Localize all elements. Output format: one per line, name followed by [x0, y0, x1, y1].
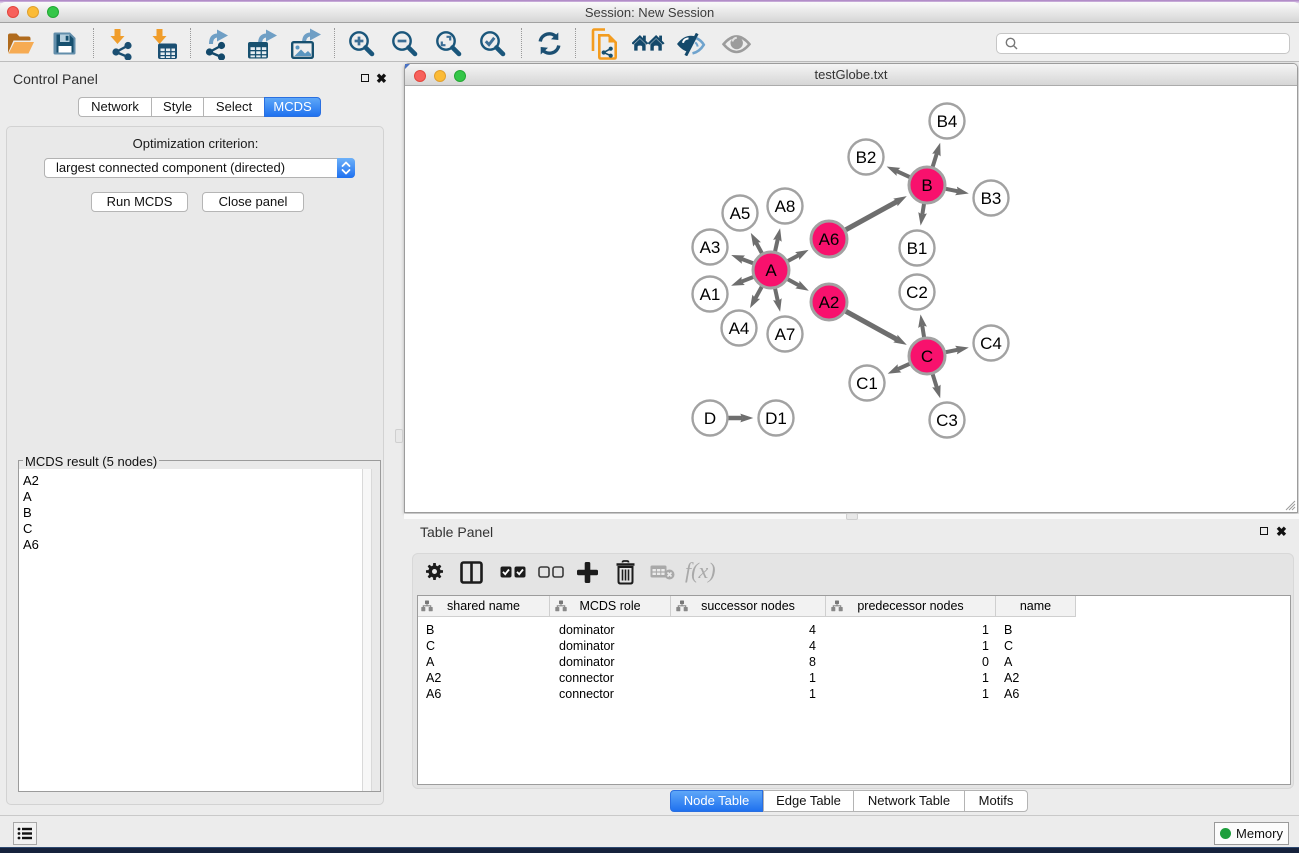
svg-text:C: C: [921, 347, 933, 366]
svg-text:A1: A1: [700, 285, 721, 304]
svg-text:A7: A7: [775, 325, 796, 344]
svg-text:B4: B4: [937, 112, 958, 131]
svg-text:A: A: [765, 261, 777, 280]
svg-text:C2: C2: [906, 283, 928, 302]
svg-text:B1: B1: [907, 239, 928, 258]
svg-text:A8: A8: [775, 197, 796, 216]
svg-text:D: D: [704, 409, 716, 428]
svg-text:A3: A3: [700, 238, 721, 257]
svg-text:B: B: [921, 176, 932, 195]
svg-text:A4: A4: [729, 319, 750, 338]
svg-text:A5: A5: [730, 204, 751, 223]
svg-text:B3: B3: [981, 189, 1002, 208]
svg-text:C1: C1: [856, 374, 878, 393]
svg-text:D1: D1: [765, 409, 787, 428]
svg-text:C4: C4: [980, 334, 1002, 353]
svg-text:A2: A2: [819, 293, 840, 312]
svg-text:B2: B2: [856, 148, 877, 167]
svg-text:A6: A6: [819, 230, 840, 249]
svg-text:C3: C3: [936, 411, 958, 430]
